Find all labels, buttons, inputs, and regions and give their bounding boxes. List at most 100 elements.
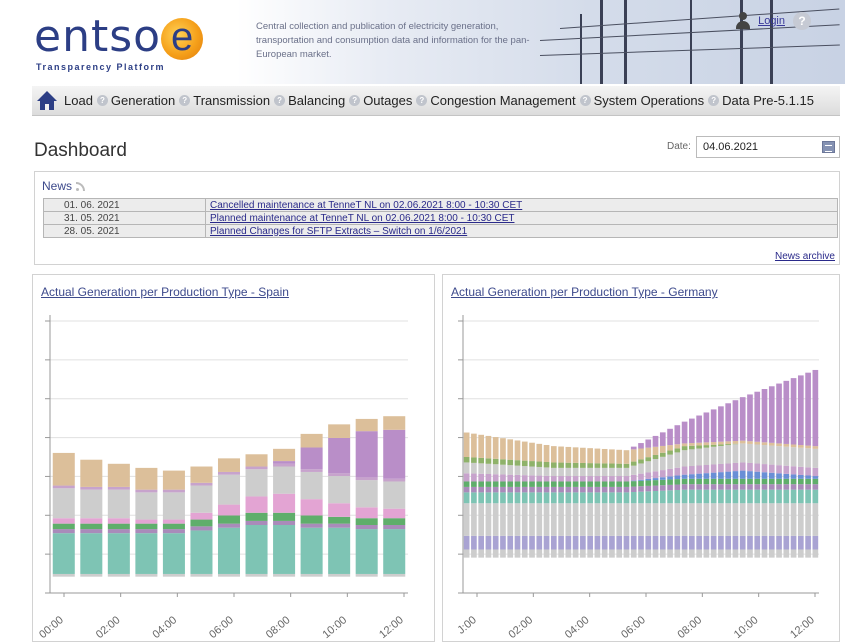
bar-segment-pink[interactable] (300, 499, 323, 516)
bar-segment-lavender[interactable] (681, 466, 688, 475)
bar-segment-lavender[interactable] (674, 467, 681, 476)
bar-segment-nuclear[interactable] (521, 535, 528, 550)
bar-segment-purple_dark[interactable] (638, 486, 644, 492)
bar-segment-blue[interactable] (805, 475, 811, 479)
bar-segment-blue[interactable] (761, 472, 768, 479)
bar-segment-purple_dark[interactable] (783, 484, 790, 490)
bar-segment-base_grey[interactable] (747, 549, 753, 558)
bar-segment-nuclear[interactable] (659, 535, 666, 550)
bar-segment-grey2[interactable] (572, 467, 579, 477)
bar-segment-base_grey[interactable] (355, 573, 378, 577)
bar-segment-pink[interactable] (328, 503, 351, 517)
bar-segment-base_grey[interactable] (463, 549, 470, 558)
bar-segment-teal[interactable] (485, 492, 492, 504)
bar-segment-green[interactable] (587, 481, 593, 487)
bar-segment-nuclear[interactable] (798, 535, 804, 550)
bar-segment-olive[interactable] (536, 461, 543, 467)
bar-segment-grey2[interactable] (521, 466, 528, 476)
bar-segment-teal[interactable] (478, 492, 484, 504)
bar-segment-blue[interactable] (798, 474, 804, 479)
bar-segment-purple_dark[interactable] (652, 485, 659, 491)
bar-segment-tan[interactable] (273, 448, 296, 462)
nav-item-system-operations[interactable]: System Operations? (594, 93, 720, 108)
bar-segment-green[interactable] (623, 481, 630, 487)
bar-segment-tan[interactable] (696, 442, 702, 446)
bar-segment-pink[interactable] (107, 518, 130, 524)
bar-segment-nuclear[interactable] (747, 535, 753, 550)
bar-segment-green[interactable] (162, 523, 185, 530)
bar-segment-base_grey[interactable] (725, 549, 732, 558)
bar-segment-violet[interactable] (798, 375, 804, 446)
bar-segment-lavender[interactable] (754, 463, 761, 472)
bar-segment-tan[interactable] (689, 443, 695, 446)
bar-segment-green[interactable] (190, 519, 213, 527)
bar-segment-base_grey[interactable] (217, 573, 241, 577)
bar-segment-blue[interactable] (718, 472, 724, 479)
nav-item-data-pre[interactable]: Data Pre-5.1.15 (722, 93, 814, 108)
bar-segment-tan[interactable] (572, 447, 579, 463)
bar-segment-grey2[interactable] (805, 448, 811, 468)
bar-segment-olive[interactable] (463, 457, 470, 463)
bar-segment-tan[interactable] (500, 438, 506, 460)
bar-segment-lavender[interactable] (652, 471, 659, 479)
bar-segment-green[interactable] (463, 481, 470, 487)
bar-segment-grey2[interactable] (550, 467, 557, 477)
bar-segment-grey[interactable] (812, 503, 819, 536)
bar-segment-violet[interactable] (790, 378, 797, 445)
bar-segment-blue[interactable] (710, 472, 717, 479)
bar-segment-nuclear[interactable] (638, 535, 644, 550)
bar-segment-teal[interactable] (645, 491, 652, 504)
bar-segment-nuclear[interactable] (514, 535, 521, 550)
bar-segment-base_grey[interactable] (543, 549, 550, 558)
bar-segment-purple_dark[interactable] (500, 486, 506, 493)
bar-segment-lavender[interactable] (812, 467, 819, 477)
bar-segment-lavender[interactable] (638, 473, 644, 480)
bar-segment-grey[interactable] (689, 503, 695, 536)
bar-segment-violet[interactable] (667, 428, 673, 446)
bar-segment-grey[interactable] (80, 489, 103, 519)
bar-segment-pink[interactable] (135, 519, 158, 524)
bar-segment-nuclear[interactable] (565, 535, 572, 550)
bar-segment-base_grey[interactable] (107, 573, 130, 577)
bar-segment-green[interactable] (492, 481, 499, 487)
bar-segment-blue[interactable] (645, 478, 652, 481)
bar-segment-teal[interactable] (601, 492, 608, 504)
bar-segment-tan[interactable] (565, 446, 572, 463)
bar-segment-pink[interactable] (245, 496, 268, 513)
bar-segment-green[interactable] (659, 479, 666, 486)
news-archive-link[interactable]: News archive (775, 251, 835, 262)
bar-segment-base_grey[interactable] (558, 549, 564, 558)
bar-segment-green[interactable] (328, 516, 351, 524)
bar-segment-grey2[interactable] (725, 445, 732, 464)
bar-segment-green[interactable] (217, 515, 241, 524)
bar-segment-grey[interactable] (630, 503, 637, 536)
bar-segment-purple_dark[interactable] (558, 486, 564, 493)
bar-segment-lavender[interactable] (273, 463, 296, 467)
bar-segment-tan[interactable] (783, 443, 790, 447)
bar-segment-base_grey[interactable] (798, 549, 804, 558)
bar-segment-olive[interactable] (689, 445, 695, 450)
bar-segment-grey2[interactable] (609, 467, 615, 477)
bar-segment-olive[interactable] (514, 460, 521, 466)
bar-segment-lavender[interactable] (667, 468, 673, 477)
bar-segment-teal[interactable] (718, 489, 724, 504)
bar-segment-grey2[interactable] (754, 444, 761, 464)
bar-segment-grey[interactable] (768, 503, 775, 536)
bar-segment-green[interactable] (681, 478, 688, 485)
bar-segment-nuclear[interactable] (674, 535, 681, 550)
bar-segment-base_grey[interactable] (696, 549, 702, 558)
bar-segment-lavender[interactable] (703, 464, 710, 474)
bar-segment-green[interactable] (529, 481, 535, 487)
bar-segment-green[interactable] (135, 523, 158, 530)
bar-segment-lavender[interactable] (80, 486, 103, 490)
bar-segment-violet[interactable] (652, 435, 659, 447)
bar-segment-blue[interactable] (696, 473, 702, 479)
help-icon[interactable]: ? (416, 95, 428, 106)
bar-segment-lavender[interactable] (790, 466, 797, 475)
bar-segment-green[interactable] (471, 481, 477, 487)
bar-segment-grey2[interactable] (768, 445, 775, 465)
bar-segment-green[interactable] (754, 478, 761, 485)
bar-segment-tan[interactable] (601, 448, 608, 464)
bar-segment-purple_dark[interactable] (565, 486, 572, 493)
bar-segment-nuclear[interactable] (754, 535, 761, 550)
